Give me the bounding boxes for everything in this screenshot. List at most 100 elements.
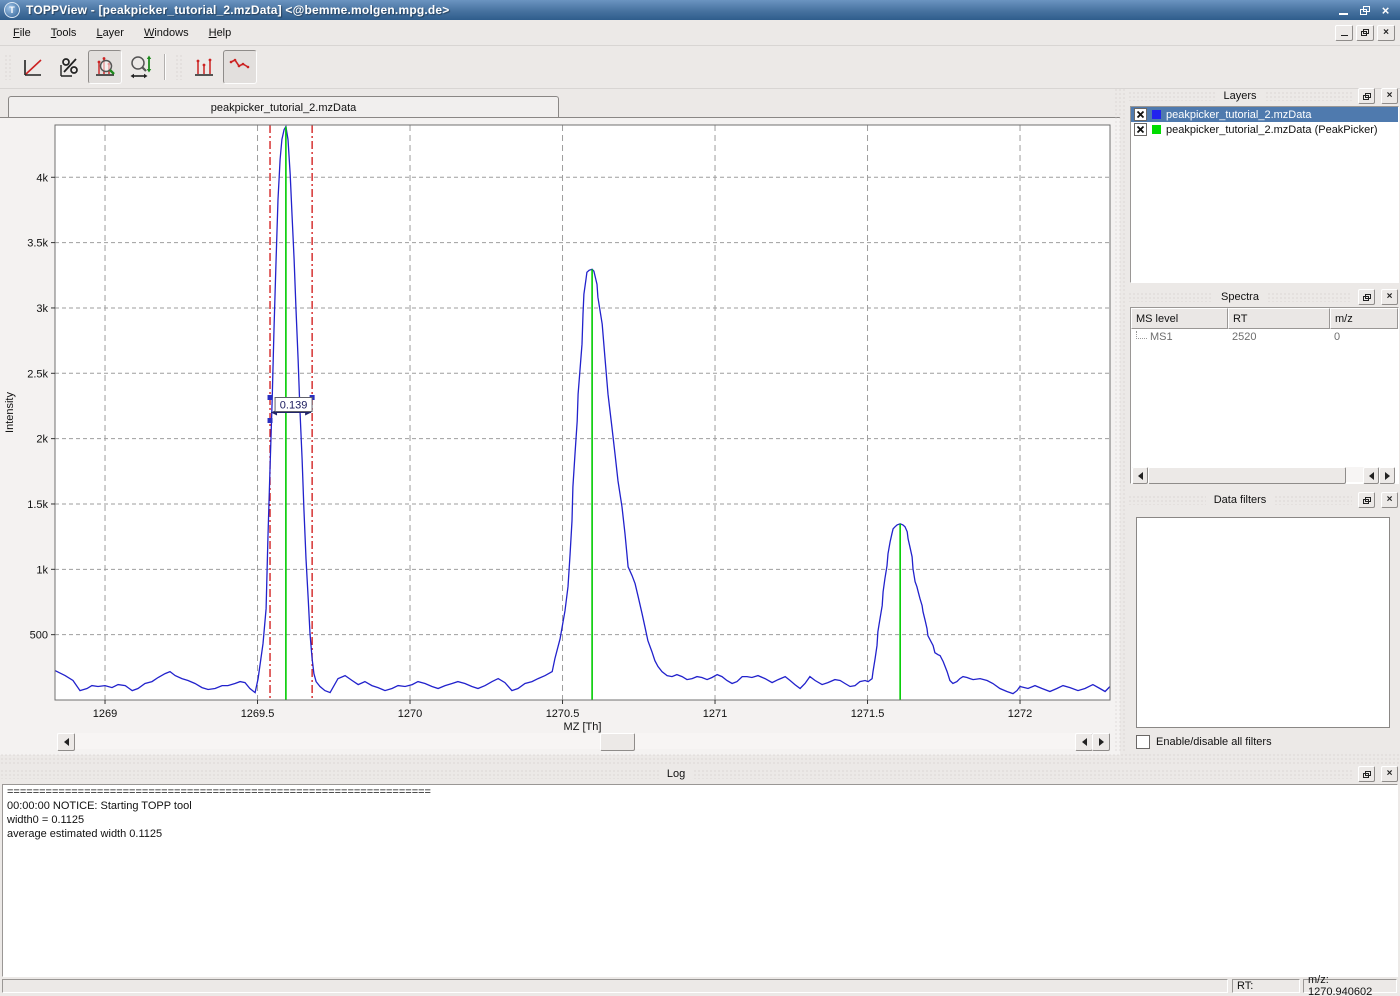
column-header-rt[interactable]: RT <box>1228 308 1330 329</box>
mz-scrollbar[interactable] <box>57 733 1110 749</box>
spectra-float-button[interactable] <box>1358 289 1375 305</box>
close-icon: × <box>1387 292 1393 302</box>
scrollbar-thumb[interactable] <box>1148 467 1346 484</box>
status-rt: RT: <box>1232 979 1300 993</box>
toolbar <box>0 45 1400 89</box>
cell-rt: 2520 <box>1228 329 1330 345</box>
menu-windows[interactable]: Windows <box>137 24 196 42</box>
zoom-icon <box>93 55 117 79</box>
arrow-left-icon <box>1369 472 1374 480</box>
layer-row[interactable]: peakpicker_tutorial_2.mzData <box>1131 107 1398 122</box>
title-bar[interactable]: T TOPPView - [peakpicker_tutorial_2.mzDa… <box>0 0 1400 20</box>
status-mz: m/z: 1270.940602 <box>1303 979 1397 993</box>
scroll-left-button-2[interactable] <box>1075 733 1093 751</box>
minimize-icon <box>1341 29 1348 36</box>
float-icon <box>1363 497 1371 504</box>
x-tick-label: 1269 <box>93 708 117 720</box>
close-button[interactable]: × <box>1377 3 1394 18</box>
menu-bar: File Tools Layer Windows Help × <box>0 20 1400 46</box>
layers-title: Layers <box>1221 90 1258 102</box>
restore-icon <box>1360 6 1370 15</box>
window-title: TOPPView - [peakpicker_tutorial_2.mzData… <box>26 3 450 17</box>
data-filters-list[interactable] <box>1136 517 1390 728</box>
topview-window: T TOPPView - [peakpicker_tutorial_2.mzDa… <box>0 0 1400 996</box>
layer-row[interactable]: peakpicker_tutorial_2.mzData (PeakPicker… <box>1131 122 1398 137</box>
minimize-button[interactable] <box>1335 3 1352 18</box>
tab-spectrum[interactable]: peakpicker_tutorial_2.mzData <box>8 96 559 118</box>
scroll-left-button-2[interactable] <box>1363 467 1379 484</box>
menu-file[interactable]: File <box>6 24 38 42</box>
layers-dock-title[interactable]: Layers × <box>1128 88 1398 104</box>
data-filters-close-button[interactable]: × <box>1381 492 1398 508</box>
mdi-minimize-button[interactable] <box>1335 25 1353 41</box>
scroll-right-button[interactable] <box>1092 733 1110 751</box>
spectrum-canvas[interactable]: 12691269.512701270.512711271.512725001k1… <box>0 118 1120 755</box>
log-line: 00:00:00 NOTICE: Starting TOPP tool <box>3 799 1397 813</box>
layer-color-swatch <box>1152 110 1161 119</box>
menu-layer[interactable]: Layer <box>89 24 131 42</box>
x-tick-label: 1270 <box>398 708 422 720</box>
reset-zoom-button[interactable] <box>16 50 50 84</box>
y-axis-label: Intensity <box>4 392 16 433</box>
scroll-left-button[interactable] <box>1132 467 1148 484</box>
float-icon <box>1363 771 1371 778</box>
spectra-title: Spectra <box>1219 291 1261 303</box>
spectra-dock-title[interactable]: Spectra × <box>1128 289 1398 305</box>
toolbar-handle[interactable] <box>4 54 11 80</box>
spectra-table-row[interactable]: MS1 2520 0 <box>1131 329 1398 345</box>
y-tick-label: 1.5k <box>27 499 48 511</box>
horizontal-splitter[interactable] <box>0 753 1400 765</box>
log-dock-title[interactable]: Log × <box>0 766 1398 782</box>
x-tick-label: 1271.5 <box>851 708 885 720</box>
log-line: average estimated width 0.1125 <box>3 827 1397 841</box>
menu-help[interactable]: Help <box>202 24 239 42</box>
draw-lines-button[interactable] <box>223 50 257 84</box>
tree-branch-icon <box>1136 331 1147 339</box>
mdi-close-button[interactable]: × <box>1377 25 1395 41</box>
spectra-table: MS level RT m/z MS1 2520 0 <box>1130 307 1399 484</box>
x-axis-label: MZ [Th] <box>564 721 602 733</box>
annotation-handle <box>268 395 273 400</box>
layer-visibility-checkbox[interactable] <box>1134 123 1147 136</box>
y-tick-label: 3.5k <box>27 238 48 250</box>
enable-filters-checkbox[interactable] <box>1136 735 1150 749</box>
scrollbar-thumb[interactable] <box>600 733 635 751</box>
layer-label: peakpicker_tutorial_2.mzData <box>1166 109 1312 121</box>
spectra-close-button[interactable]: × <box>1381 289 1398 305</box>
translate-mode-button[interactable] <box>124 50 158 84</box>
intensity-percentage-button[interactable] <box>52 50 86 84</box>
spectra-scrollbar[interactable] <box>1132 467 1395 482</box>
column-header-mz[interactable]: m/z <box>1330 308 1398 329</box>
menu-tools[interactable]: Tools <box>44 24 84 42</box>
log-line: ========================================… <box>3 785 1397 799</box>
data-filters-float-button[interactable] <box>1358 492 1375 508</box>
log-output[interactable]: ========================================… <box>2 784 1398 977</box>
move-icon <box>128 54 154 80</box>
scroll-left-button[interactable] <box>57 733 75 751</box>
layer-visibility-checkbox[interactable] <box>1134 108 1147 121</box>
plot-background <box>55 125 1110 700</box>
line-plot-icon <box>228 55 252 79</box>
log-title: Log <box>665 768 687 780</box>
vertical-splitter[interactable] <box>1114 88 1126 752</box>
y-tick-label: 4k <box>36 172 48 184</box>
column-header-ms-level[interactable]: MS level <box>1131 308 1228 329</box>
mdi-restore-button[interactable] <box>1356 25 1374 41</box>
log-line: width0 = 0.1125 <box>3 813 1397 827</box>
log-close-button[interactable]: × <box>1381 766 1398 782</box>
status-message <box>2 979 1228 993</box>
data-filters-dock-title[interactable]: Data filters × <box>1128 492 1398 508</box>
draw-peaks-button[interactable] <box>187 50 221 84</box>
y-tick-label: 1k <box>36 564 48 576</box>
spectrum-plot[interactable]: 12691269.512701270.512711271.512725001k1… <box>0 118 1120 733</box>
layers-float-button[interactable] <box>1358 88 1375 104</box>
arrow-left-icon <box>1138 472 1143 480</box>
layers-close-button[interactable]: × <box>1381 88 1398 104</box>
zoom-mode-button[interactable] <box>88 50 122 84</box>
scroll-right-button[interactable] <box>1379 467 1395 484</box>
checkmark-x-icon <box>1136 125 1145 134</box>
log-float-button[interactable] <box>1358 766 1375 782</box>
arrow-left-icon <box>64 738 69 746</box>
toolbar-handle[interactable] <box>175 54 182 80</box>
restore-button[interactable] <box>1356 3 1373 18</box>
